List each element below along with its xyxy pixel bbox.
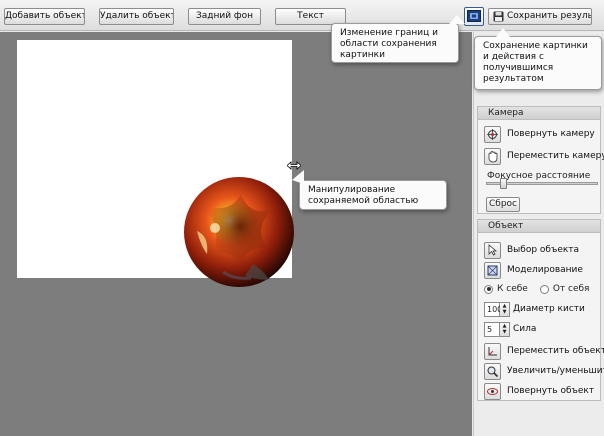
rotate-object-button[interactable]: Повернуть объект — [484, 382, 602, 400]
save-tooltip: Сохранение картинки и действия с получив… — [474, 36, 602, 90]
select-object-icon-box — [484, 241, 501, 259]
move-object-icon-box — [484, 342, 501, 360]
crop-icon — [467, 10, 481, 22]
toward-radio[interactable] — [484, 284, 493, 294]
select-object-button[interactable]: Выбор объекта — [484, 241, 602, 259]
rotate-camera-label: Повернуть камеру — [507, 129, 595, 139]
force-row: 5 ▲ ▼ Сила — [484, 320, 602, 338]
focal-length-slider-thumb[interactable] — [499, 178, 507, 189]
move-camera-icon-box — [484, 147, 501, 165]
modeling-button[interactable]: Моделирование — [484, 261, 602, 279]
horizontal-resize-icon[interactable] — [287, 161, 301, 170]
modeling-direction-group: К себе От себя — [484, 280, 602, 298]
brush-diameter-input[interactable]: 100 — [484, 301, 502, 317]
stepper-down-icon[interactable]: ▼ — [500, 309, 509, 316]
cursor-arrow-icon — [488, 244, 498, 256]
sphere-object[interactable] — [183, 176, 295, 288]
camera-section-title: Камера — [478, 107, 600, 120]
magnifier-icon — [487, 366, 499, 377]
brush-diameter-row: 100 ▲ ▼ Диаметр кисти — [484, 300, 602, 318]
select-object-label: Выбор объекта — [507, 245, 580, 255]
delete-object-button[interactable]: Удалить объект — [99, 8, 174, 25]
add-object-button[interactable]: Добавить объект — [4, 8, 85, 25]
rotate-object-label: Повернуть объект — [507, 386, 595, 396]
scale-object-label: Увеличить/уменьшить — [507, 366, 604, 376]
modeling-icon — [487, 265, 498, 275]
rotate-camera-icon-box — [484, 125, 501, 143]
floppy-disk-icon — [493, 11, 504, 22]
move-camera-label: Переместить камеру — [507, 151, 604, 161]
toolbar: Добавить объект Удалить объект Задний фо… — [0, 0, 604, 31]
area-tooltip-arrow — [292, 170, 304, 184]
rotate-camera-button[interactable]: Повернуть камеру — [484, 125, 602, 143]
area-tooltip-text: Манипулирование сохраняемой областью — [308, 185, 419, 206]
canvas-area[interactable] — [0, 32, 472, 436]
stepper-down-icon[interactable]: ▼ — [500, 329, 509, 336]
save-result-label: Сохранить результат — [507, 11, 592, 21]
brush-diameter-label: Диаметр кисти — [513, 304, 585, 314]
hand-icon — [488, 150, 498, 162]
move-object-label: Переместить объект — [507, 346, 604, 356]
background-button[interactable]: Задний фон — [188, 8, 261, 25]
side-panel: Камера Повернуть камеру Переместить каме… — [473, 32, 604, 436]
object-section-title: Объект — [478, 220, 600, 233]
scale-object-button[interactable]: Увеличить/уменьшить — [484, 362, 604, 380]
away-label: От себя — [552, 284, 590, 294]
crop-tooltip-text: Изменение границ и области сохранения ка… — [340, 28, 438, 60]
away-radio[interactable] — [539, 284, 549, 294]
force-input[interactable]: 5 — [484, 321, 500, 337]
save-tooltip-arrow — [496, 28, 510, 37]
toward-label: К себе — [497, 284, 528, 294]
save-result-button[interactable]: Сохранить результат — [488, 8, 592, 25]
crop-tooltip: Изменение границ и области сохранения ка… — [331, 23, 459, 63]
force-stepper[interactable]: ▲ ▼ — [500, 321, 510, 337]
modeling-icon-box — [484, 261, 501, 279]
brush-diameter-stepper[interactable]: ▲ ▼ — [500, 301, 510, 317]
area-tooltip: Манипулирование сохраняемой областью — [299, 180, 447, 210]
rotate-object-icon-box — [484, 382, 501, 400]
reset-button[interactable]: Сброс — [486, 197, 520, 212]
scale-object-icon-box — [484, 362, 501, 380]
rotate-object-icon — [487, 387, 498, 395]
axis-icon — [488, 346, 497, 355]
modeling-label: Моделирование — [507, 265, 583, 275]
save-tooltip-text: Сохранение картинки и действия с получив… — [483, 41, 588, 84]
move-camera-button[interactable]: Переместить камеру — [484, 147, 604, 165]
crop-tooltip-arrow — [449, 15, 465, 24]
object-section: Объект Выбор объекта Моделирование К себ… — [477, 219, 604, 401]
rotate-camera-icon — [487, 128, 498, 140]
force-label: Сила — [513, 324, 537, 334]
move-object-button[interactable]: Переместить объект — [484, 342, 604, 360]
crop-button[interactable] — [464, 7, 484, 26]
